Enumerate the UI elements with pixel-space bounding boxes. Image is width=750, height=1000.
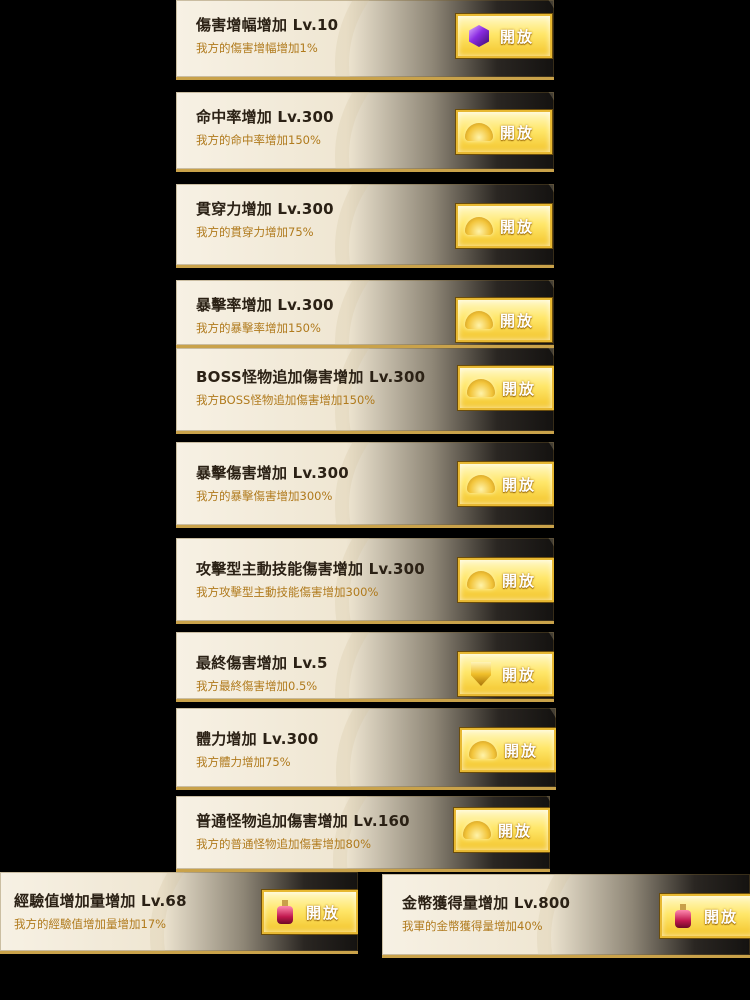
open-button-label: 開放 bbox=[502, 571, 537, 590]
skill-title: 攻擊型主動技能傷害增加 Lv.300 bbox=[196, 560, 425, 578]
open-button-label: 開放 bbox=[502, 475, 537, 494]
gold-pile-icon bbox=[464, 118, 494, 146]
shield-icon bbox=[466, 660, 496, 688]
open-button[interactable]: 開放 bbox=[458, 652, 554, 696]
skill-title: 暴擊傷害增加 Lv.300 bbox=[196, 464, 349, 482]
skill-desc: 我方的命中率增加150% bbox=[196, 133, 321, 147]
open-button-label: 開放 bbox=[704, 907, 739, 926]
open-button-label: 開放 bbox=[504, 741, 539, 760]
gold-pile-icon bbox=[466, 566, 496, 594]
skill-row: 最終傷害增加 Lv.5 我方最終傷害增加0.5% 開放 bbox=[176, 632, 554, 702]
open-button[interactable]: 開放 bbox=[456, 110, 552, 154]
skill-title: 暴擊率增加 Lv.300 bbox=[196, 296, 334, 314]
skill-title: 金幣獲得量增加 Lv.800 bbox=[402, 894, 571, 912]
open-button[interactable]: 開放 bbox=[456, 204, 552, 248]
open-button-label: 開放 bbox=[306, 903, 341, 922]
skill-desc: 我方的暴擊傷害增加300% bbox=[196, 489, 333, 503]
skill-desc: 我方BOSS怪物追加傷害增加150% bbox=[196, 393, 376, 407]
gold-pile-icon bbox=[466, 470, 496, 498]
open-button[interactable]: 開放 bbox=[456, 298, 552, 342]
open-button-label: 開放 bbox=[498, 821, 533, 840]
gold-pile-icon bbox=[468, 736, 498, 764]
potion-icon bbox=[668, 902, 698, 930]
skill-row: 傷害增幅增加 Lv.10 我方的傷害增幅增加1% 開放 bbox=[176, 0, 554, 80]
open-button-label: 開放 bbox=[502, 665, 537, 684]
open-button[interactable]: 開放 bbox=[454, 808, 550, 852]
gold-pile-icon bbox=[466, 374, 496, 402]
skill-row: 金幣獲得量增加 Lv.800 我軍的金幣獲得量增加40% 開放 bbox=[382, 874, 750, 958]
skill-title: BOSS怪物追加傷害增加 Lv.300 bbox=[196, 368, 426, 386]
skill-title: 經驗值增加量增加 Lv.68 bbox=[14, 892, 187, 910]
open-button[interactable]: 開放 bbox=[456, 14, 552, 58]
skill-row: 暴擊率增加 Lv.300 我方的暴擊率增加150% 開放 bbox=[176, 280, 554, 348]
skill-row: BOSS怪物追加傷害增加 Lv.300 我方BOSS怪物追加傷害增加150% 開… bbox=[176, 348, 554, 434]
gem-icon bbox=[464, 22, 494, 50]
skill-desc: 我方攻擊型主動技能傷害增加300% bbox=[196, 585, 379, 599]
open-button[interactable]: 開放 bbox=[660, 894, 750, 938]
skill-desc: 我方的貫穿力增加75% bbox=[196, 225, 314, 239]
skill-row: 普通怪物追加傷害增加 Lv.160 我方的普通怪物追加傷害增加80% 開放 bbox=[176, 796, 550, 872]
skill-row: 命中率增加 Lv.300 我方的命中率增加150% 開放 bbox=[176, 92, 554, 172]
skill-title: 傷害增幅增加 Lv.10 bbox=[196, 16, 339, 34]
skill-row: 體力增加 Lv.300 我方體力增加75% 開放 bbox=[176, 708, 556, 790]
open-button-label: 開放 bbox=[500, 217, 535, 236]
skill-title: 最終傷害增加 Lv.5 bbox=[196, 654, 328, 672]
skill-desc: 我方體力增加75% bbox=[196, 755, 291, 769]
skill-row: 經驗值增加量增加 Lv.68 我方的經驗值增加量增加17% 開放 bbox=[0, 872, 358, 954]
open-button-label: 開放 bbox=[500, 123, 535, 142]
open-button[interactable]: 開放 bbox=[458, 462, 554, 506]
skill-desc: 我方最終傷害增加0.5% bbox=[196, 679, 318, 693]
gold-pile-icon bbox=[462, 816, 492, 844]
open-button[interactable]: 開放 bbox=[262, 890, 358, 934]
skill-desc: 我軍的金幣獲得量增加40% bbox=[402, 919, 543, 933]
gold-pile-icon bbox=[464, 212, 494, 240]
skill-title: 普通怪物追加傷害增加 Lv.160 bbox=[196, 812, 410, 830]
skill-desc: 我方的傷害增幅增加1% bbox=[196, 41, 318, 55]
open-button[interactable]: 開放 bbox=[458, 558, 554, 602]
skill-row: 暴擊傷害增加 Lv.300 我方的暴擊傷害增加300% 開放 bbox=[176, 442, 554, 528]
open-button-label: 開放 bbox=[500, 311, 535, 330]
skill-title: 貫穿力增加 Lv.300 bbox=[196, 200, 334, 218]
skill-title: 體力增加 Lv.300 bbox=[196, 730, 319, 748]
skill-desc: 我方的普通怪物追加傷害增加80% bbox=[196, 837, 372, 851]
skill-desc: 我方的經驗值增加量增加17% bbox=[14, 917, 167, 931]
potion-icon bbox=[270, 898, 300, 926]
skill-title: 命中率增加 Lv.300 bbox=[196, 108, 334, 126]
open-button-label: 開放 bbox=[502, 379, 537, 398]
skill-row: 攻擊型主動技能傷害增加 Lv.300 我方攻擊型主動技能傷害增加300% 開放 bbox=[176, 538, 554, 624]
open-button[interactable]: 開放 bbox=[460, 728, 556, 772]
skill-desc: 我方的暴擊率增加150% bbox=[196, 321, 321, 335]
gold-pile-icon bbox=[464, 306, 494, 334]
open-button-label: 開放 bbox=[500, 27, 535, 46]
skill-row: 貫穿力增加 Lv.300 我方的貫穿力增加75% 開放 bbox=[176, 184, 554, 268]
open-button[interactable]: 開放 bbox=[458, 366, 554, 410]
